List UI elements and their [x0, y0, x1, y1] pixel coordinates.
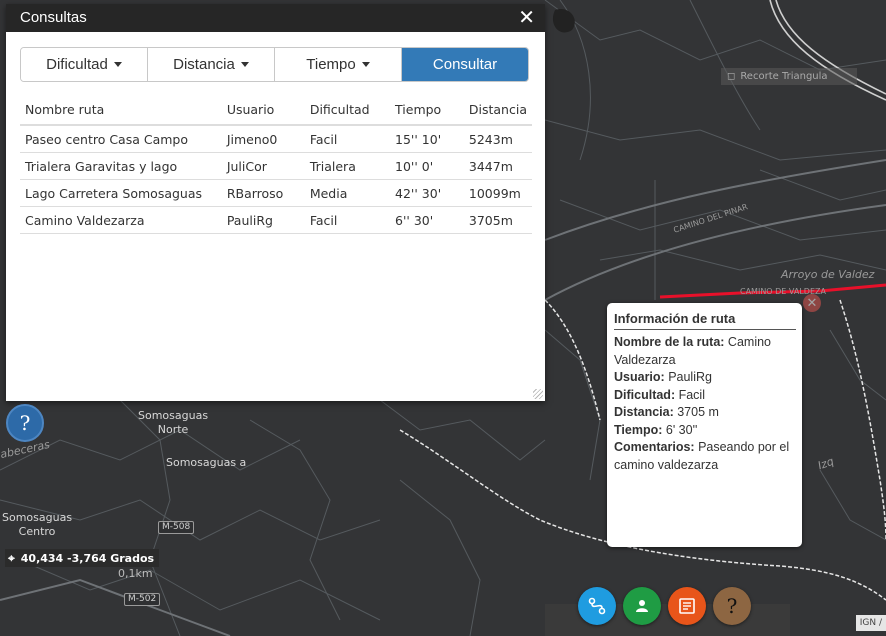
cell-difficulty: Facil [304, 125, 391, 153]
info-row-user: Usuario: PauliRg [614, 369, 796, 387]
list-icon [679, 598, 695, 614]
cell-route-name: Trialera Garavitas y lago [20, 152, 222, 180]
cell-route-name: Lago Carretera Somosaguas [20, 179, 222, 207]
caret-down-icon [113, 62, 122, 67]
cell-distance: 5243m [463, 125, 532, 153]
search-icon: ◻ [727, 71, 736, 82]
info-row-time: Tiempo: 6' 30'' [614, 422, 796, 440]
time-dropdown[interactable]: Tiempo [275, 48, 402, 81]
road-shield-m502: M-502 [124, 593, 161, 606]
info-label: Distancia: [614, 405, 674, 419]
info-row-name: Nombre de la ruta: Camino Valdezarza [614, 334, 796, 369]
cell-user: RBarroso [221, 179, 305, 207]
map-label-line: Somosaguas [138, 409, 209, 422]
cell-time: 6'' 30' [390, 206, 464, 234]
cell-distance: 3705m [463, 206, 532, 234]
dialog-title: Consultas [20, 9, 87, 26]
filter-bar: Dificultad Distancia Tiempo Consultar [20, 47, 529, 82]
cell-distance: 10099m [463, 179, 532, 207]
map-label-somosaguas-centro: Somosaguas Centro [2, 511, 72, 539]
info-value: 6' 30'' [665, 422, 698, 437]
info-value: Facil [678, 387, 705, 402]
info-value: PauliRg [668, 370, 712, 384]
map-label-somosaguas-a: Somosaguas a [166, 456, 247, 469]
cell-time: 42'' 30' [390, 179, 464, 207]
column-header-user[interactable]: Usuario [221, 98, 305, 126]
cell-user: PauliRg [221, 206, 305, 234]
list-button[interactable] [668, 587, 706, 625]
scale-label: 0,1km [118, 567, 153, 580]
route-button[interactable] [578, 587, 616, 625]
table-row[interactable]: Trialera Garavitas y lago JuliCor Triale… [20, 152, 532, 180]
info-label: Comentarios: [614, 440, 695, 454]
map-label-somosaguas-norte: Somosaguas Norte [138, 409, 208, 437]
column-header-name[interactable]: Nombre ruta [20, 98, 222, 126]
difficulty-dropdown-label: Dificultad [46, 56, 108, 73]
dialog-header[interactable]: Consultas ✕ [6, 4, 545, 32]
route-icon [588, 597, 606, 615]
cell-user: JuliCor [221, 152, 305, 180]
road-shield-m508: M-508 [158, 521, 195, 534]
consultas-dialog: Consultas ✕ Dificultad Distancia Tiempo … [6, 4, 545, 401]
route-info-popup: Información de ruta Nombre de la ruta: C… [607, 303, 802, 547]
info-value: 3705 m [677, 405, 719, 419]
difficulty-dropdown[interactable]: Dificultad [21, 48, 148, 81]
info-label: Tiempo: [614, 422, 663, 437]
cell-difficulty: Trialera [304, 152, 391, 180]
crosshair-icon: ⌖ [8, 550, 15, 565]
column-header-distance[interactable]: Distancia [463, 98, 532, 126]
cell-distance: 3447m [463, 152, 532, 180]
help-button[interactable]: ? [6, 404, 44, 442]
info-label: Nombre de la ruta: [614, 335, 725, 349]
cell-route-name: Camino Valdezarza [20, 206, 222, 234]
routes-table: Nombre ruta Usuario Dificultad Tiempo Di… [20, 98, 532, 234]
distance-dropdown[interactable]: Distancia [148, 48, 275, 81]
table-header-row: Nombre ruta Usuario Dificultad Tiempo Di… [20, 98, 532, 126]
cell-time: 10'' 0' [390, 152, 464, 180]
info-row-comments: Comentarios: Paseando por el camino vald… [614, 439, 796, 474]
info-label: Usuario: [614, 370, 665, 384]
info-label: Dificultad: [614, 387, 676, 402]
cell-difficulty: Facil [304, 206, 391, 234]
cell-route-name: Paseo centro Casa Campo [20, 125, 222, 153]
close-icon[interactable]: ✕ [518, 5, 535, 29]
table-row[interactable]: Lago Carretera Somosaguas RBarroso Media… [20, 179, 532, 207]
user-icon [636, 600, 648, 612]
consult-button[interactable]: Consultar [402, 48, 528, 81]
info-row-difficulty: Dificultad: Facil [614, 387, 796, 405]
remove-route-marker-icon[interactable]: ✕ [803, 294, 821, 312]
resize-handle[interactable] [533, 389, 543, 399]
cell-difficulty: Media [304, 179, 391, 207]
map-label-line: Somosaguas [2, 511, 73, 524]
caret-down-icon [240, 62, 249, 67]
coordinates-text: 40,434 -3,764 Grados [20, 551, 155, 565]
popup-title: Información de ruta [614, 311, 796, 330]
map-attribution[interactable]: IGN / [855, 615, 886, 631]
caret-down-icon [361, 62, 370, 67]
cell-time: 15'' 10' [390, 125, 464, 153]
coordinates-readout: ⌖ 40,434 -3,764 Grados [5, 549, 160, 567]
column-header-time[interactable]: Tiempo [390, 98, 464, 126]
info-row-distance: Distancia: 3705 m [614, 404, 796, 422]
column-header-difficulty[interactable]: Dificultad [304, 98, 391, 126]
map-label-line: Centro [18, 525, 56, 538]
map-label-line: Norte [157, 423, 189, 436]
cell-user: Jimeno0 [221, 125, 305, 153]
distance-dropdown-label: Distancia [173, 56, 235, 73]
time-dropdown-label: Tiempo [306, 56, 356, 73]
help-button-bottom[interactable]: ? [713, 587, 751, 625]
user-button[interactable] [623, 587, 661, 625]
popup-body: Nombre de la ruta: Camino Valdezarza Usu… [614, 334, 796, 474]
table-row[interactable]: Camino Valdezarza PauliRg Facil 6'' 30' … [20, 206, 532, 234]
table-row[interactable]: Paseo centro Casa Campo Jimeno0 Facil 15… [20, 125, 532, 153]
map-search-box[interactable]: ◻ Recorte Triangula [721, 68, 857, 85]
map-label-arroyo: Arroyo de Valdez [781, 268, 875, 281]
map-search-placeholder: Recorte Triangula [740, 71, 828, 82]
